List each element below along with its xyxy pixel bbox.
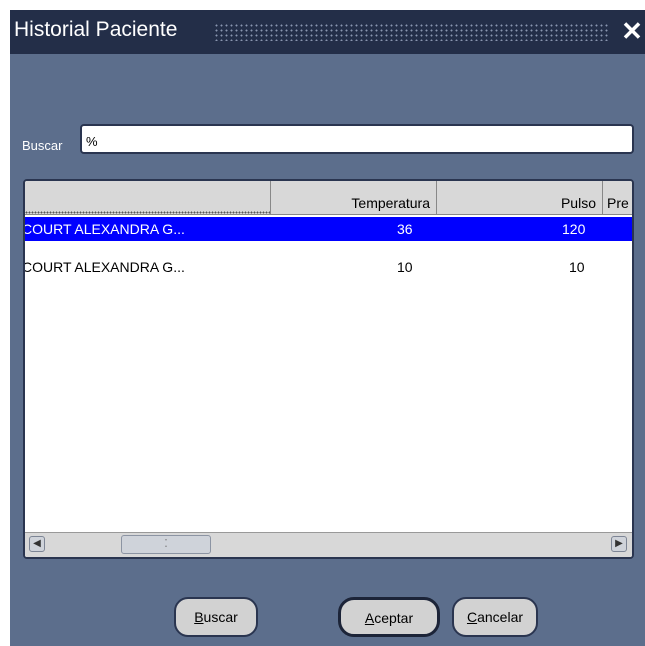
dialog-window: Historial Paciente ✕ Buscar % Temperatur… (10, 10, 645, 646)
cell-name: COURT ALEXANDRA G... (23, 259, 185, 275)
scroll-right-icon[interactable]: ▶ (611, 536, 627, 552)
scroll-thumb[interactable]: ⁚ (121, 535, 211, 554)
cancelar-button[interactable]: Cancelar (452, 597, 538, 637)
cancelar-label: ancelar (477, 609, 524, 625)
aceptar-button[interactable]: Aceptar (338, 597, 440, 637)
cell-name: COURT ALEXANDRA G... (23, 221, 185, 237)
aceptar-label: ceptar (374, 610, 414, 626)
header-selection-indicator (25, 211, 270, 214)
column-header-temperatura[interactable]: Temperatura (271, 181, 437, 215)
column-header-presion[interactable]: Pre (603, 181, 632, 215)
buscar-mnemonic: B (194, 609, 204, 625)
cell-temperatura: 36 (397, 221, 413, 237)
close-icon[interactable]: ✕ (620, 14, 644, 48)
buscar-button[interactable]: Buscar (174, 597, 258, 637)
horizontal-scrollbar[interactable]: ◀ ⁚ ▶ (25, 532, 632, 557)
search-label: Buscar (22, 138, 63, 153)
column-header-pulso[interactable]: Pulso (437, 181, 603, 215)
cell-pulso: 120 (562, 221, 586, 237)
table-row[interactable]: COURT ALEXANDRA G... 10 10 (23, 255, 632, 279)
aceptar-mnemonic: A (364, 610, 375, 626)
results-table: Temperatura Pulso Pre COURT ALEXANDRA G.… (23, 179, 634, 559)
cell-pulso: 10 (569, 259, 585, 275)
search-input[interactable]: % (80, 124, 634, 154)
cancelar-mnemonic: C (466, 609, 478, 625)
buscar-label: uscar (203, 609, 238, 625)
column-header-name[interactable] (25, 181, 271, 215)
title-drag-grip[interactable] (214, 23, 609, 41)
window-title: Historial Paciente (14, 18, 178, 41)
scroll-left-icon[interactable]: ◀ (29, 536, 45, 552)
title-bar[interactable]: Historial Paciente ✕ (10, 10, 645, 54)
cell-temperatura: 10 (397, 259, 413, 275)
table-row[interactable]: COURT ALEXANDRA G... 36 120 (23, 217, 632, 241)
